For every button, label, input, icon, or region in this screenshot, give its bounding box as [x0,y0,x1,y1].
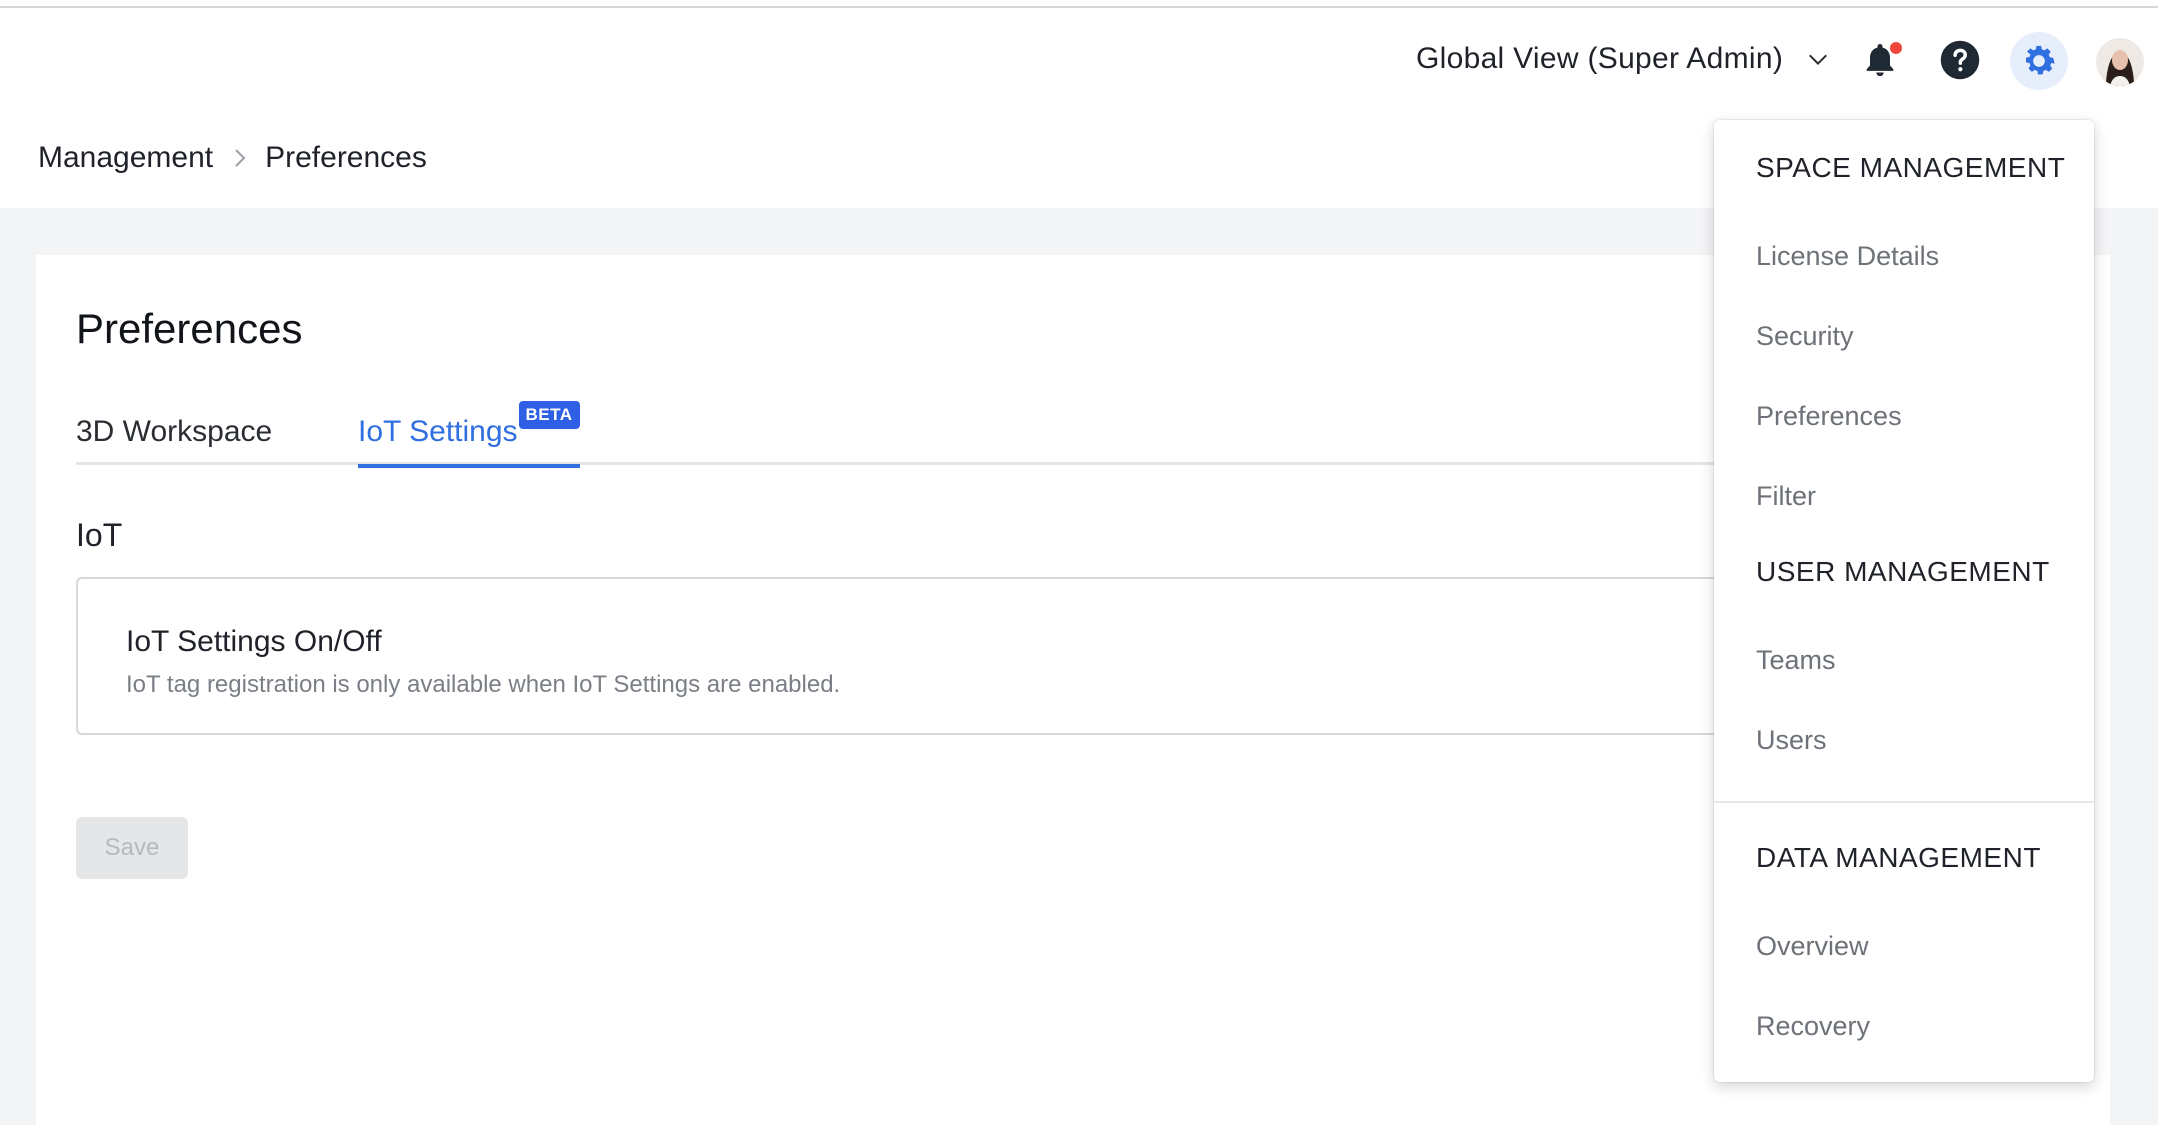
setting-title: IoT Settings On/Off [126,625,382,658]
notification-dot [1890,42,1902,54]
menu-heading-data-management: DATA MANAGEMENT [1756,842,2041,873]
beta-badge: BETA [518,401,580,429]
menu-item-recovery[interactable]: Recovery [1756,1011,1870,1042]
menu-divider [1714,801,2094,803]
tab-label: 3D Workspace [76,415,273,448]
top-border [0,0,2158,8]
menu-heading-space-management: SPACE MANAGEMENT [1756,152,2066,183]
page-title: Preferences [76,305,303,352]
global-view-label: Global View (Super Admin) [1416,42,1784,75]
setting-description: IoT tag registration is only available w… [126,671,841,698]
tab-label: IoT Settings [358,415,518,448]
menu-item-teams[interactable]: Teams [1756,645,1836,676]
help-icon[interactable] [1932,32,1988,88]
gear-icon[interactable] [2010,32,2068,90]
menu-item-users[interactable]: Users [1756,725,1827,756]
breadcrumb-management[interactable]: Management [38,141,213,175]
iot-setting-panel: IoT Settings On/Off IoT tag registration… [76,577,1796,735]
chevron-right-icon [233,147,247,169]
tab-iot-settings[interactable]: IoT Settings BETA [358,401,580,468]
bell-icon[interactable] [1852,32,1908,88]
save-button[interactable]: Save [76,817,188,879]
chevron-down-icon [1809,54,1828,66]
avatar[interactable] [2096,38,2144,86]
menu-item-license-details[interactable]: License Details [1756,241,1939,272]
breadcrumb-preferences: Preferences [265,141,427,174]
menu-item-security[interactable]: Security [1756,321,1854,352]
menu-heading-user-management: USER MANAGEMENT [1756,556,2050,587]
global-view-dropdown[interactable]: Global View (Super Admin) [1416,38,1829,80]
section-label-iot: IoT [76,517,123,553]
menu-item-preferences[interactable]: Preferences [1756,401,1902,432]
menu-item-filter[interactable]: Filter [1756,481,1816,512]
tab-3d-workspace[interactable]: 3D Workspace [76,415,272,465]
menu-item-overview[interactable]: Overview [1756,931,1869,962]
preferences-tabs: 3D Workspace IoT Settings BETA [76,401,1756,468]
top-header: Global View (Super Admin) [0,8,2158,108]
settings-menu: SPACE MANAGEMENT License Details Securit… [1714,120,2094,1082]
